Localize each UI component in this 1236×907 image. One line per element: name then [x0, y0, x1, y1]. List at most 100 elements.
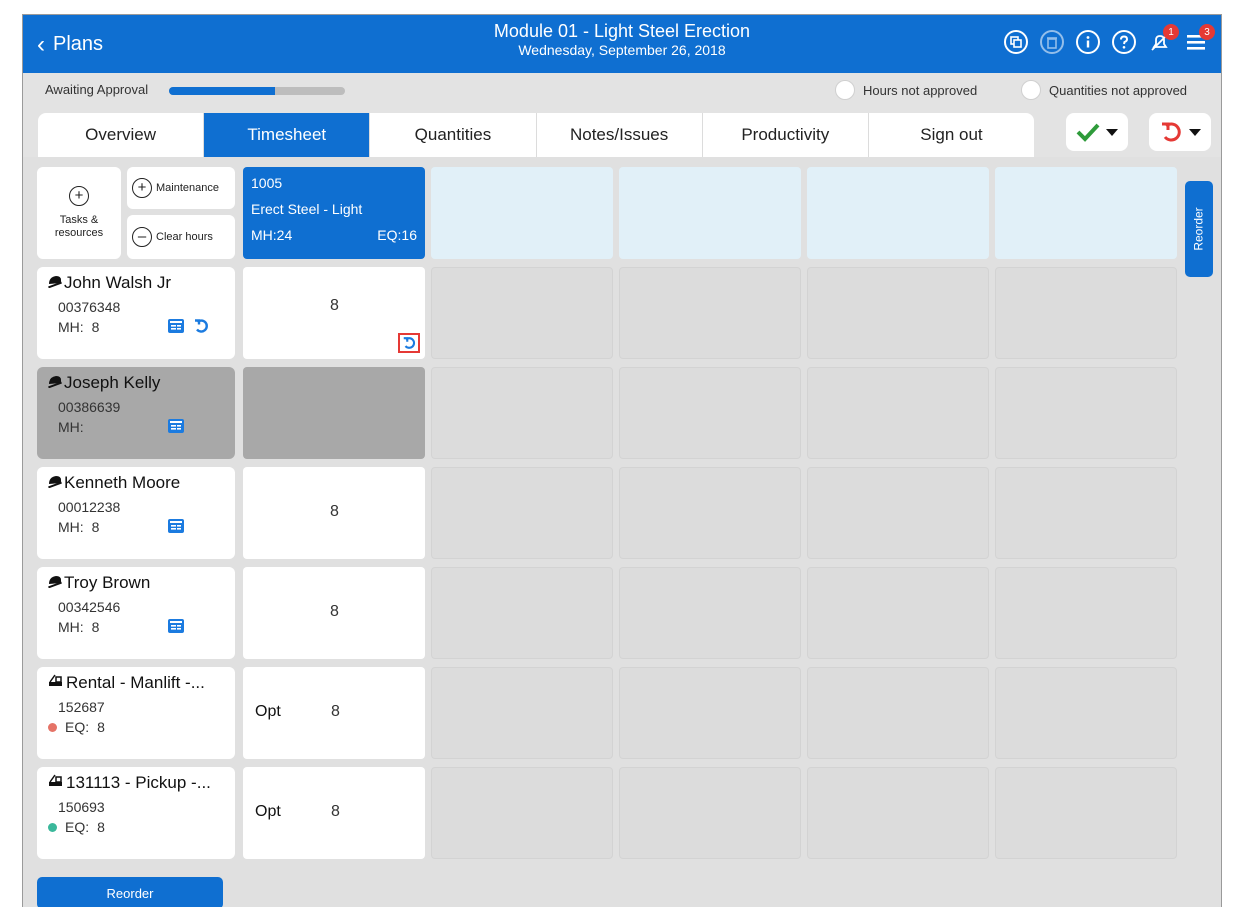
empty-cell	[431, 667, 613, 759]
tasks-resources-label: Tasks & resources	[54, 214, 104, 239]
add-icon: +	[69, 186, 89, 206]
hours-cell[interactable]: Opt 8	[243, 667, 425, 759]
resource-row-5[interactable]: 131113 - Pickup -... 150693 EQ: 8	[37, 767, 235, 859]
resource-name: Kenneth Moore	[64, 473, 181, 492]
hours-value: 8	[330, 297, 339, 314]
clear-hours-button[interactable]: – Clear hours	[127, 215, 235, 259]
metric-value: 8	[91, 519, 100, 535]
hours-value: 8	[331, 803, 340, 820]
clear-hours-label: Clear hours	[156, 231, 213, 243]
chevron-down-icon	[1189, 128, 1201, 136]
help-icon[interactable]	[1111, 29, 1137, 55]
empty-cell	[995, 467, 1177, 559]
resource-name: Troy Brown	[64, 573, 151, 592]
hard-hat-icon	[48, 473, 62, 493]
metric-label: MH:	[58, 319, 84, 335]
undo-icon	[1162, 122, 1181, 142]
empty-cell	[619, 267, 801, 359]
undo-dropdown[interactable]	[1149, 113, 1211, 151]
tab-overview[interactable]: Overview	[38, 113, 205, 157]
reorder-columns-button[interactable]: Reorder	[1185, 181, 1213, 277]
resource-row-0[interactable]: John Walsh Jr 00376348 MH: 8	[37, 267, 235, 359]
resource-name: 131113 - Pickup -...	[66, 773, 211, 792]
approval-progress	[169, 87, 345, 95]
undo-icon[interactable]	[193, 318, 209, 337]
info-icon[interactable]	[1075, 29, 1101, 55]
resource-number: 152687	[58, 699, 105, 715]
chevron-down-icon	[1106, 128, 1118, 136]
task-eq: EQ:16	[377, 227, 417, 243]
hours-value: 8	[330, 603, 339, 620]
tab-quantities[interactable]: Quantities	[370, 113, 537, 157]
resource-row-4[interactable]: Rental - Manlift -... 152687 EQ: 8	[37, 667, 235, 759]
tab-productivity[interactable]: Productivity	[703, 113, 869, 157]
notes-icon[interactable]	[167, 518, 185, 537]
notes-icon[interactable]	[167, 418, 185, 437]
tab-timesheet[interactable]: Timesheet	[204, 113, 371, 157]
approve-dropdown[interactable]	[1066, 113, 1128, 151]
notifications-badge: 1	[1163, 24, 1179, 40]
approval-progress-fill	[169, 87, 275, 95]
empty-cell	[807, 367, 989, 459]
metric-label: EQ:	[65, 819, 90, 835]
empty-column-header	[431, 167, 613, 259]
notifications-off-icon[interactable]: 1	[1147, 24, 1179, 55]
hours-cell[interactable]: 8	[243, 467, 425, 559]
equipment-icon	[48, 773, 64, 793]
task-name: Erect Steel - Light	[251, 201, 363, 217]
legend-label: Hours not approved	[863, 82, 978, 98]
empty-cell	[995, 767, 1177, 859]
resource-row-1[interactable]: Joseph Kelly 00386639 MH:	[37, 367, 235, 459]
empty-cell	[807, 667, 989, 759]
tab-sign-out[interactable]: Sign out	[869, 113, 1034, 157]
metric-label: MH:	[58, 519, 84, 535]
notes-icon[interactable]	[167, 618, 185, 637]
hours-cell[interactable]: Opt 8	[243, 767, 425, 859]
hard-hat-icon	[48, 373, 62, 393]
reorder-rows-button[interactable]: Reorder	[37, 877, 223, 907]
resource-row-2[interactable]: Kenneth Moore 00012238 MH: 8	[37, 467, 235, 559]
app-frame: ‹ Plans Module 01 - Light Steel Erection…	[22, 14, 1222, 907]
resource-row-3[interactable]: Troy Brown 00342546 MH: 8	[37, 567, 235, 659]
empty-cell	[995, 667, 1177, 759]
legend-dot	[835, 80, 855, 100]
hard-hat-icon	[48, 273, 62, 293]
empty-column-header	[995, 167, 1177, 259]
tab-notes-issues[interactable]: Notes/Issues	[537, 113, 703, 157]
menu-icon[interactable]: 3	[1183, 24, 1215, 55]
legend-dot	[1021, 80, 1041, 100]
empty-cell	[619, 467, 801, 559]
tabs: Overview Timesheet Quantities Notes/Issues P…	[38, 113, 1034, 157]
maintenance-label: Maintenance	[156, 182, 219, 194]
reorder-bottom-label: Reorder	[106, 885, 154, 901]
tasks-resources-button[interactable]: + Tasks & resources	[37, 167, 121, 259]
resource-number: 00012238	[58, 499, 121, 515]
task-column-header[interactable]: 1005 Erect Steel - Light MH:24 EQ:16	[243, 167, 425, 259]
metric-value: 8	[97, 819, 105, 835]
resource-name: Joseph Kelly	[64, 373, 161, 392]
resource-name: Rental - Manlift -...	[66, 673, 205, 692]
hours-cell[interactable]: 8	[243, 267, 425, 359]
empty-cell	[619, 767, 801, 859]
hours-not-approved-legend: Hours not approved	[835, 80, 977, 100]
menu-badge: 3	[1199, 24, 1215, 40]
copy-icon[interactable]	[1003, 29, 1029, 55]
empty-cell	[431, 467, 613, 559]
empty-cell	[995, 567, 1177, 659]
empty-cell	[431, 367, 613, 459]
hard-hat-icon	[48, 573, 62, 593]
legend-label: Quantities not approved	[1049, 82, 1188, 98]
status-dot	[48, 722, 57, 732]
resource-name: John Walsh Jr	[64, 273, 172, 292]
maintenance-button[interactable]: + Maintenance	[127, 167, 235, 209]
top-bar: ‹ Plans Module 01 - Light Steel Erection…	[23, 15, 1221, 73]
resource-number: 00386639	[58, 399, 121, 415]
empty-cell	[807, 767, 989, 859]
notes-icon[interactable]	[167, 318, 185, 337]
undo-icon[interactable]	[398, 333, 420, 353]
hours-cell[interactable]: 8	[243, 567, 425, 659]
delete-icon[interactable]	[1039, 29, 1065, 55]
equipment-icon	[48, 673, 64, 693]
quantities-not-approved-legend: Quantities not approved	[1021, 80, 1187, 100]
checkmark-icon	[1076, 123, 1100, 142]
